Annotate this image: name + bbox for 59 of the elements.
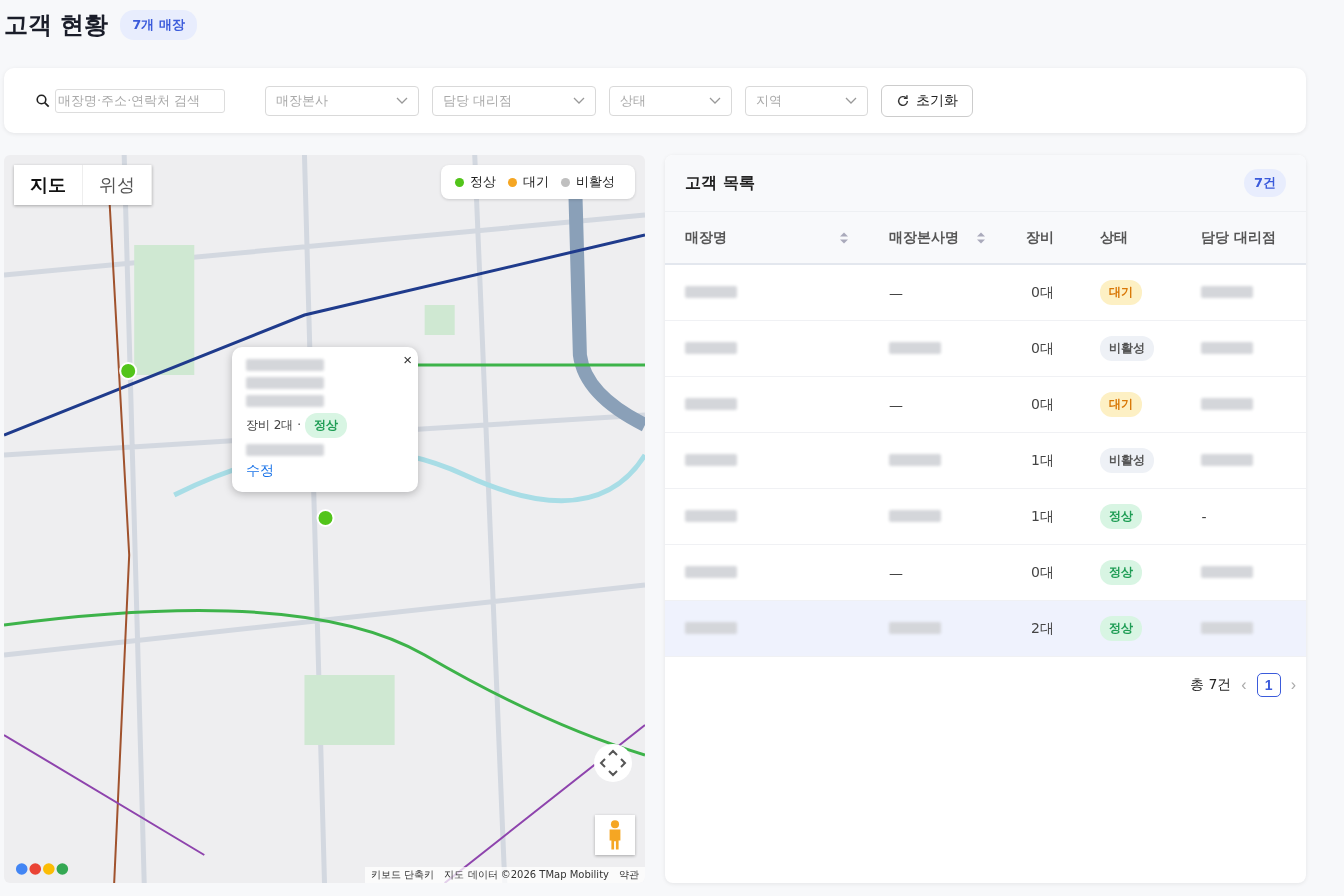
table-row[interactable]: 2대 정상 <box>665 600 1306 657</box>
cell-text: - <box>1201 508 1207 525</box>
cell-text: 1대 <box>1031 507 1055 524</box>
table-row[interactable]: — 0대 대기 <box>665 376 1306 433</box>
chevron-down-icon <box>709 96 721 105</box>
attribution-link[interactable]: 키보드 단축키 <box>371 868 435 882</box>
close-button[interactable]: × <box>403 351 412 368</box>
map-type-tab[interactable]: 위성 <box>83 165 152 205</box>
pegman-button[interactable] <box>595 815 635 855</box>
column-header[interactable]: 상태 <box>1099 228 1128 247</box>
attribution-link[interactable]: 지도 데이터 ©2026 TMap Mobility <box>444 868 609 882</box>
cell-text: 0대 <box>1031 283 1055 300</box>
page-title: 고객 현황 <box>4 10 109 41</box>
column-header[interactable]: 장비 <box>1025 228 1054 247</box>
status-badge: 정상 <box>1099 504 1142 529</box>
cell-text: 2대 <box>1031 619 1055 636</box>
count-badge: 7개 매장 <box>120 10 197 40</box>
map-type-tab[interactable]: 지도 <box>14 165 83 205</box>
column-header[interactable]: 매장명 <box>685 228 727 247</box>
table-row[interactable]: 1대 비활성 <box>665 432 1306 489</box>
cell-text: 0대 <box>1031 339 1055 356</box>
cell-text: 1대 <box>1031 451 1055 468</box>
legend-label: 비활성 <box>576 173 615 191</box>
cell-text: — <box>889 284 903 301</box>
attribution-link[interactable]: 약관 <box>619 868 639 882</box>
status-badge: 대기 <box>1099 392 1142 417</box>
cell-text: — <box>889 396 903 413</box>
status-badge: 비활성 <box>1099 448 1154 473</box>
edit-link[interactable]: 수정 <box>246 462 274 480</box>
status-badge: 정상 <box>1099 616 1142 641</box>
cell-text: — <box>889 564 903 581</box>
reset-button[interactable]: 초기화 <box>881 84 973 117</box>
sort-icon <box>839 230 849 245</box>
status-badge: 정상 <box>305 413 348 438</box>
cell-text: 0대 <box>1031 563 1055 580</box>
refresh-icon <box>896 93 910 108</box>
chevron-down-icon <box>845 96 857 105</box>
status-badge: 비활성 <box>1099 336 1154 361</box>
status-badge: 정상 <box>1099 560 1142 585</box>
status-badge: 대기 <box>1099 280 1142 305</box>
total-count: 총 7건 <box>1190 676 1232 694</box>
table-row[interactable]: — 0대 정상 <box>665 544 1306 601</box>
table-row[interactable]: — 0대 대기 <box>665 264 1306 321</box>
page-button[interactable]: 1 <box>1256 673 1281 697</box>
chevron-down-icon <box>396 96 408 105</box>
chevron-down-icon <box>573 96 585 105</box>
search-field[interactable]: 매장명·주소·연락처 검색 <box>55 88 225 113</box>
legend-label: 정상 <box>470 173 496 191</box>
column-header[interactable]: 매장본사명 <box>889 228 959 247</box>
legend-label: 대기 <box>523 173 549 191</box>
search-icon <box>36 93 50 108</box>
cell-text: 0대 <box>1031 395 1055 412</box>
table-row[interactable]: 1대 정상 - <box>665 488 1306 545</box>
fullscreen-icon <box>593 743 633 783</box>
panel-title: 고객 목록 <box>685 172 755 194</box>
count-badge: 7건 <box>1243 169 1286 197</box>
table-row[interactable]: 0대 비활성 <box>665 320 1306 377</box>
equipment-count: 장비 2대 · <box>246 417 302 434</box>
sort-icon <box>975 230 986 245</box>
